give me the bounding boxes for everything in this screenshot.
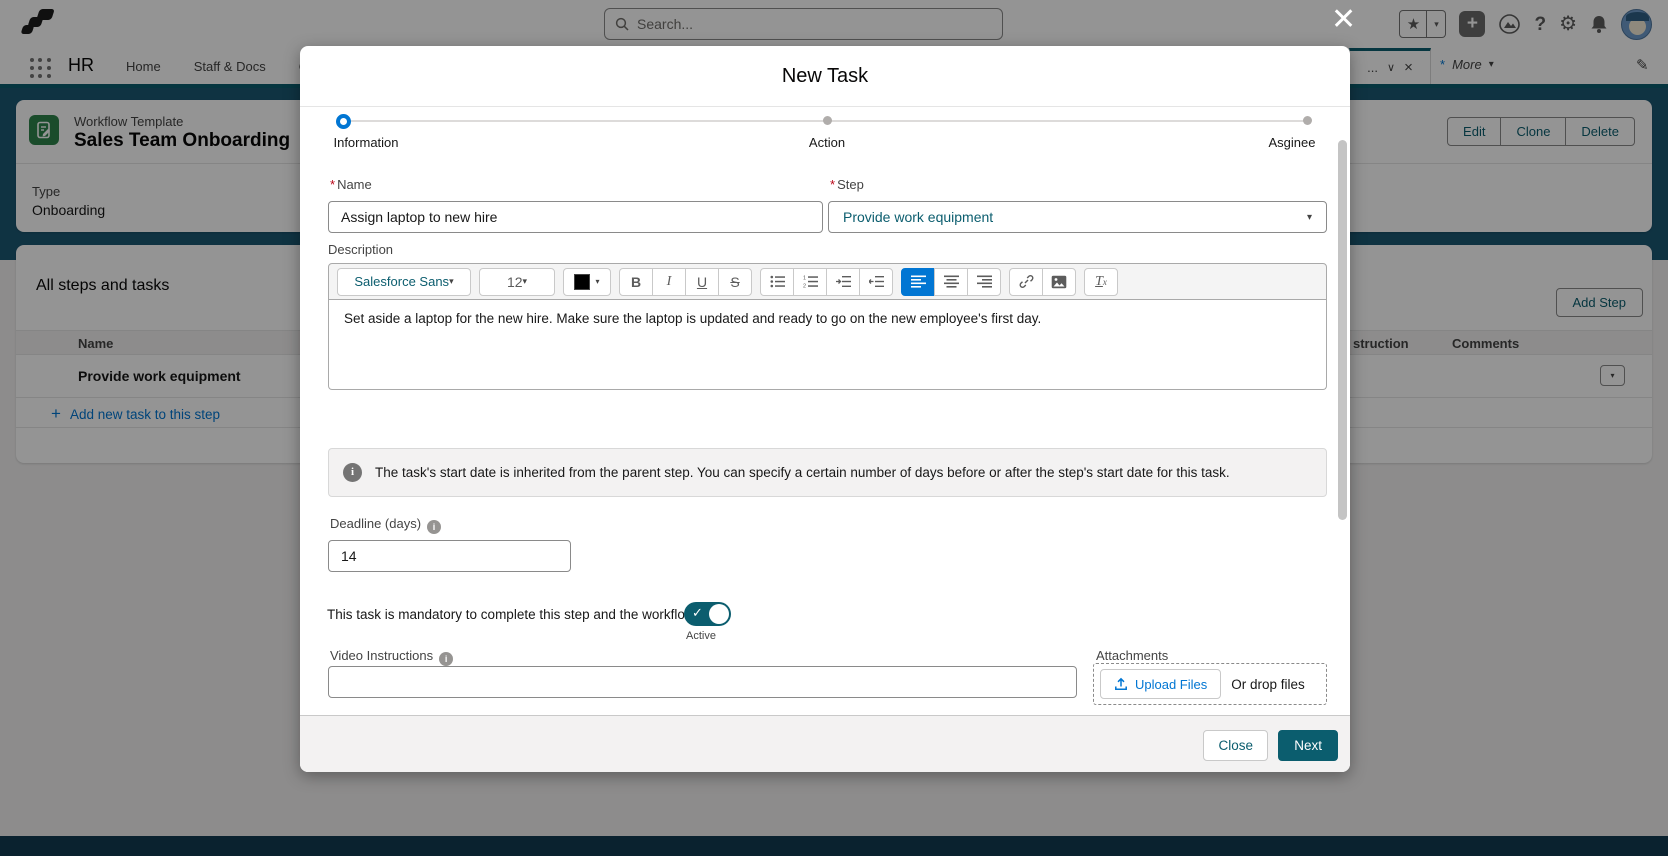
- clear-formatting-icon[interactable]: Tx: [1084, 267, 1118, 296]
- upload-files-button[interactable]: Upload Files: [1100, 669, 1222, 699]
- check-icon: ✓: [692, 605, 703, 620]
- italic-button[interactable]: I: [652, 267, 686, 296]
- chevron-down-icon: ▾: [595, 277, 600, 286]
- font-size-value: 12: [506, 273, 523, 290]
- underline-button[interactable]: U: [685, 267, 719, 296]
- info-banner-text: The task's start date is inherited from …: [375, 465, 1230, 480]
- progress-label-information: Information: [333, 135, 399, 150]
- modal-header: New Task: [300, 46, 1350, 107]
- font-family-value: Salesforce Sans: [354, 274, 450, 289]
- modal-close-icon[interactable]: ✕: [1331, 5, 1356, 35]
- svg-text:1: 1: [803, 276, 806, 282]
- new-task-modal: New Task Information Action Asginee * Nam…: [300, 46, 1350, 772]
- progress-step-asginee[interactable]: [1303, 116, 1312, 125]
- progress-label-action: Action: [808, 135, 846, 150]
- video-instructions-label: Video Instructions i: [330, 648, 454, 666]
- align-left-icon[interactable]: [901, 267, 935, 296]
- deadline-input[interactable]: [328, 540, 571, 572]
- attachments-label: Attachments: [1096, 648, 1169, 663]
- modal-footer: Close Next: [300, 715, 1350, 772]
- align-center-icon[interactable]: [934, 267, 968, 296]
- step-field-label: * Step: [830, 177, 864, 192]
- scrollbar-thumb[interactable]: [1338, 140, 1347, 520]
- description-label: Description: [328, 242, 394, 257]
- text-color-picker[interactable]: ▾: [563, 267, 611, 296]
- info-icon[interactable]: i: [439, 652, 454, 666]
- mandatory-toggle[interactable]: ✓: [684, 602, 731, 626]
- info-icon[interactable]: i: [427, 520, 442, 534]
- attachments-dropzone[interactable]: Upload Files Or drop files: [1093, 663, 1327, 705]
- chevron-down-icon: ▾: [1306, 211, 1312, 223]
- chevron-down-icon: ▾: [522, 276, 528, 286]
- bullet-list-icon[interactable]: [760, 267, 794, 296]
- indent-icon[interactable]: [826, 267, 860, 296]
- step-combobox[interactable]: Provide work equipment ▾: [828, 201, 1327, 233]
- font-family-dropdown[interactable]: Salesforce Sans ▾: [337, 267, 471, 296]
- insert-link-icon[interactable]: [1009, 267, 1043, 296]
- richtext-toolbar: Salesforce Sans ▾ 12 ▾ ▾ B I U S 12 T x: [328, 263, 1327, 300]
- deadline-label: Deadline (days) i: [330, 516, 442, 534]
- name-input[interactable]: [328, 201, 823, 233]
- modal-title: New Task: [781, 64, 869, 87]
- progress-step-action[interactable]: [823, 116, 832, 125]
- video-instructions-input[interactable]: [328, 666, 1077, 698]
- chevron-down-icon: ▾: [449, 276, 454, 286]
- svg-text:2: 2: [803, 284, 806, 289]
- outdent-icon[interactable]: [859, 267, 893, 296]
- bold-button[interactable]: B: [619, 267, 653, 296]
- required-marker: *: [330, 177, 336, 192]
- progress-label-asginee: Asginee: [1268, 135, 1316, 150]
- info-icon: i: [343, 463, 362, 482]
- next-button[interactable]: Next: [1278, 730, 1338, 761]
- strikethrough-button[interactable]: S: [718, 267, 752, 296]
- drop-files-label: Or drop files: [1231, 676, 1305, 692]
- close-button[interactable]: Close: [1203, 730, 1268, 761]
- align-right-icon[interactable]: [967, 267, 1001, 296]
- mandatory-label: This task is mandatory to complete this …: [327, 607, 695, 622]
- upload-icon: [1114, 677, 1128, 691]
- step-selected-value: Provide work equipment: [843, 209, 994, 225]
- color-swatch: [574, 273, 591, 290]
- progress-step-information[interactable]: [336, 114, 351, 129]
- required-marker: *: [830, 177, 836, 192]
- toggle-state-label: Active: [686, 630, 716, 642]
- description-editor[interactable]: Set aside a laptop for the new hire. Mak…: [328, 300, 1327, 390]
- font-size-dropdown[interactable]: 12 ▾: [479, 267, 555, 296]
- name-field-label: * Name: [330, 177, 372, 192]
- numbered-list-icon[interactable]: 12: [793, 267, 827, 296]
- modal-scrollbar[interactable]: [1338, 110, 1347, 710]
- insert-image-icon[interactable]: [1042, 267, 1076, 296]
- info-banner: i The task's start date is inherited fro…: [328, 448, 1327, 497]
- toggle-knob: [709, 604, 729, 624]
